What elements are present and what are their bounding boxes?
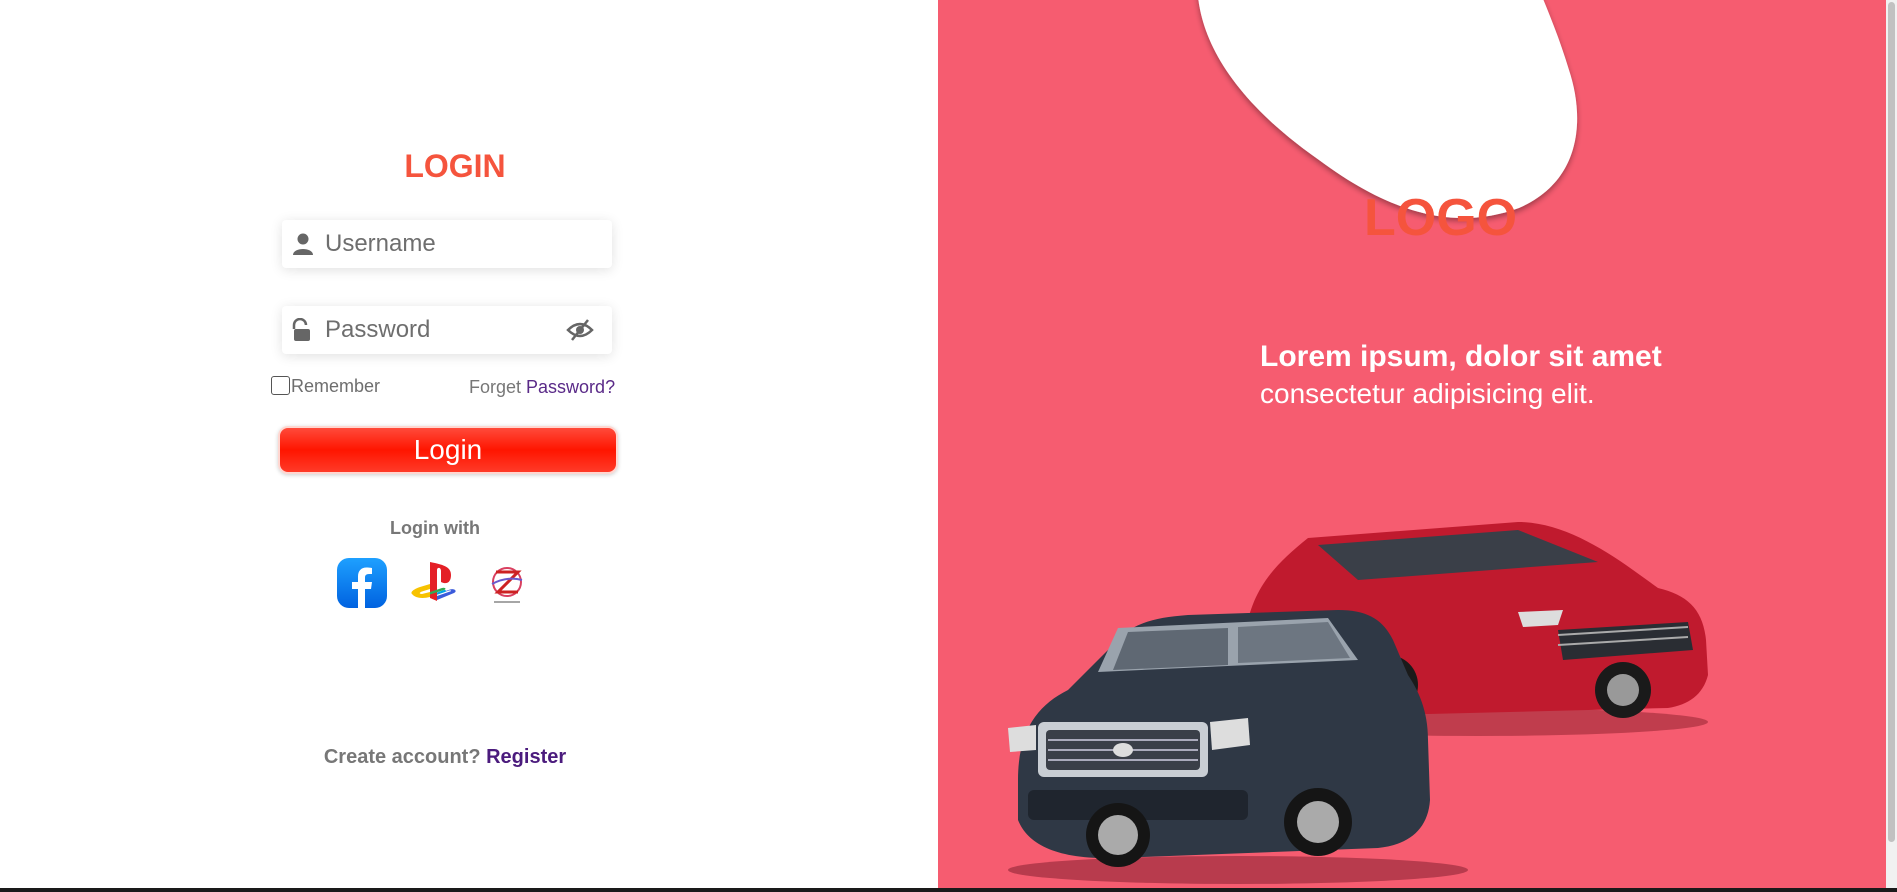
- eye-slash-icon[interactable]: [566, 318, 594, 342]
- create-prefix: Create account?: [323, 746, 487, 768]
- create-account: Create account? Register: [300, 746, 590, 769]
- forgot-password: Forget Password?: [469, 377, 615, 398]
- remember-checkbox[interactable]: Remember: [271, 376, 380, 397]
- forget-prefix: Forget: [469, 377, 527, 397]
- playstation-icon[interactable]: [410, 558, 460, 608]
- epic-icon[interactable]: [482, 558, 532, 608]
- facebook-icon[interactable]: [337, 558, 387, 608]
- cars-image: [1008, 522, 1708, 884]
- login-panel: LOGIN Username Password Remember Forget …: [0, 0, 938, 892]
- register-link[interactable]: Register: [486, 746, 566, 768]
- brand-heading: Lorem ipsum, dolor sit amet: [1260, 340, 1662, 373]
- login-with-label: Login with: [390, 518, 480, 538]
- bottom-border: [0, 888, 1897, 892]
- password-placeholder: Password: [325, 316, 431, 343]
- brand-subheading: consectetur adipisicing elit.: [1260, 378, 1595, 409]
- forgot-password-link[interactable]: Password?: [526, 377, 615, 397]
- password-field[interactable]: Password: [282, 306, 612, 354]
- unlock-icon: [292, 318, 310, 341]
- brand-panel: LOGO Lorem ipsum, dolor sit amet consect…: [938, 0, 1886, 892]
- checkbox[interactable]: [271, 376, 290, 395]
- username-placeholder: Username: [325, 230, 436, 257]
- username-field[interactable]: Username: [282, 220, 612, 268]
- remember-label: Remember: [291, 376, 381, 396]
- user-icon: [293, 233, 313, 255]
- scrollbar[interactable]: [1886, 0, 1897, 892]
- logo: LOGO: [1364, 189, 1518, 247]
- scrollbar-thumb[interactable]: [1888, 2, 1895, 842]
- login-button[interactable]: Login: [278, 426, 618, 474]
- login-title: LOGIN: [404, 148, 506, 184]
